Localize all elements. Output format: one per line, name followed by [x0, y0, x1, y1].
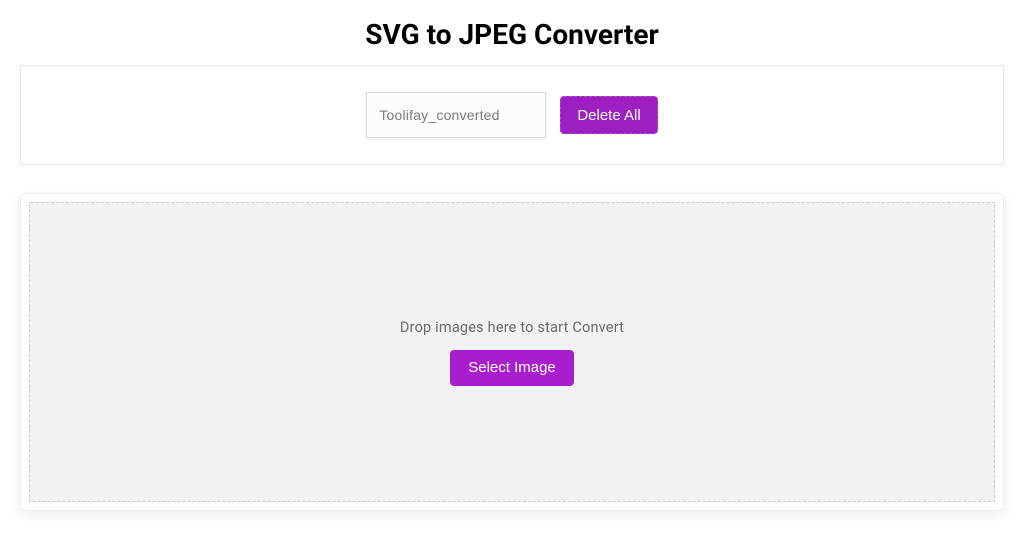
filename-input[interactable] [366, 92, 546, 138]
delete-all-button[interactable]: Delete All [560, 96, 657, 134]
dropzone[interactable]: Drop images here to start Convert Select… [29, 202, 995, 502]
page-title: SVG to JPEG Converter [0, 0, 1024, 65]
dropzone-container: Drop images here to start Convert Select… [20, 193, 1004, 511]
toolbar-card: Delete All [20, 65, 1004, 165]
dropzone-hint: Drop images here to start Convert [400, 319, 624, 336]
select-image-button[interactable]: Select Image [450, 350, 574, 386]
